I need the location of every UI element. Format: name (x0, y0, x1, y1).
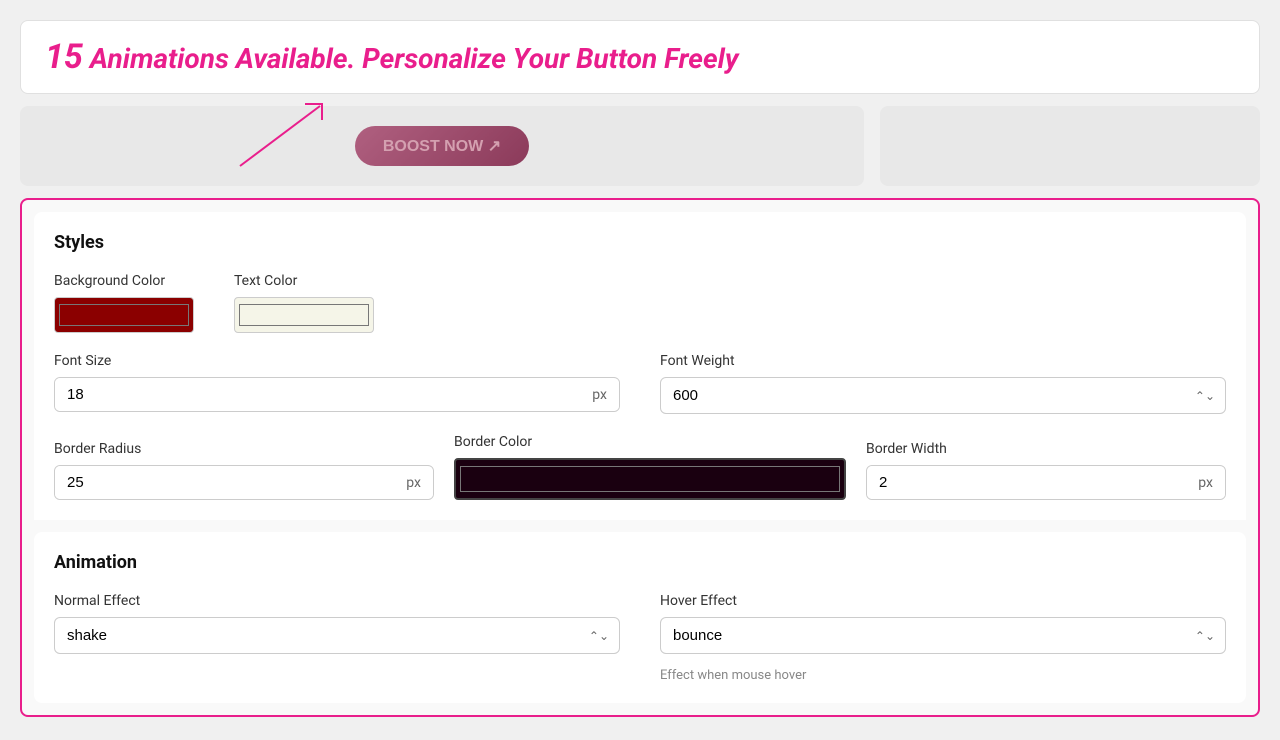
styles-section: Styles Background Color Text Color Font … (34, 212, 1246, 520)
font-weight-group: Font Weight 100 200 300 400 500 600 700 … (660, 353, 1226, 414)
border-radius-input-wrapper: px (54, 465, 434, 500)
border-width-input-wrapper: px (866, 465, 1226, 500)
styles-title: Styles (54, 232, 1226, 253)
normal-effect-select[interactable]: none shake bounce pulse spin flash swing… (55, 618, 619, 653)
main-panel: Styles Background Color Text Color Font … (20, 198, 1260, 717)
bg-color-label: Background Color (54, 273, 194, 289)
text-color-picker[interactable] (234, 297, 374, 333)
hover-hint: Effect when mouse hover (660, 668, 1226, 683)
bg-color-picker[interactable] (54, 297, 194, 333)
banner-text: Animations Available. Personalize Your B… (83, 42, 739, 75)
border-width-unit: px (1186, 467, 1225, 499)
normal-effect-select-wrapper: none shake bounce pulse spin flash swing… (54, 617, 620, 654)
preview-left: BOOST NOW ↗ (20, 106, 864, 186)
hover-effect-group: Hover Effect none shake bounce pulse spi… (660, 593, 1226, 683)
bg-color-group: Background Color (54, 273, 194, 333)
font-weight-select-wrapper: 100 200 300 400 500 600 700 800 900 ⌃⌄ (660, 377, 1226, 414)
border-width-group: Border Width px (866, 441, 1226, 500)
font-size-input[interactable] (55, 378, 580, 411)
preview-section: BOOST NOW ↗ (20, 106, 1260, 186)
border-color-label: Border Color (454, 434, 846, 450)
border-color-picker[interactable] (454, 458, 846, 500)
border-radius-label: Border Radius (54, 441, 434, 457)
border-color-group: Border Color (454, 434, 846, 500)
hover-effect-label: Hover Effect (660, 593, 1226, 609)
banner-number: 15 (45, 37, 83, 77)
banner-title: 15 Animations Available. Personalize You… (45, 37, 1235, 77)
color-row: Background Color Text Color (54, 273, 1226, 333)
text-color-group: Text Color (234, 273, 374, 333)
border-width-label: Border Width (866, 441, 1226, 457)
border-row: Border Radius px Border Color Border Wid… (54, 434, 1226, 500)
animation-row: Normal Effect none shake bounce pulse sp… (54, 593, 1226, 683)
hover-effect-select[interactable]: none shake bounce pulse spin flash swing… (661, 618, 1225, 653)
font-size-input-wrapper: px (54, 377, 620, 412)
preview-right (880, 106, 1260, 186)
normal-effect-label: Normal Effect (54, 593, 620, 609)
font-row: Font Size px Font Weight 100 200 300 400… (54, 353, 1226, 414)
top-banner: 15 Animations Available. Personalize You… (20, 20, 1260, 94)
font-size-unit: px (580, 379, 619, 411)
border-width-input[interactable] (867, 466, 1186, 499)
font-weight-select[interactable]: 100 200 300 400 500 600 700 800 900 (661, 378, 1225, 413)
boost-button[interactable]: BOOST NOW ↗ (355, 126, 529, 166)
text-color-label: Text Color (234, 273, 374, 289)
hover-effect-select-wrapper: none shake bounce pulse spin flash swing… (660, 617, 1226, 654)
border-radius-input[interactable] (55, 466, 394, 499)
font-weight-label: Font Weight (660, 353, 1226, 369)
border-radius-unit: px (394, 467, 433, 499)
font-size-label: Font Size (54, 353, 620, 369)
arrow-indicator (230, 96, 350, 176)
normal-effect-group: Normal Effect none shake bounce pulse sp… (54, 593, 620, 683)
animation-title: Animation (54, 552, 1226, 573)
animation-section: Animation Normal Effect none shake bounc… (34, 532, 1246, 703)
font-size-group: Font Size px (54, 353, 620, 414)
border-radius-group: Border Radius px (54, 441, 434, 500)
